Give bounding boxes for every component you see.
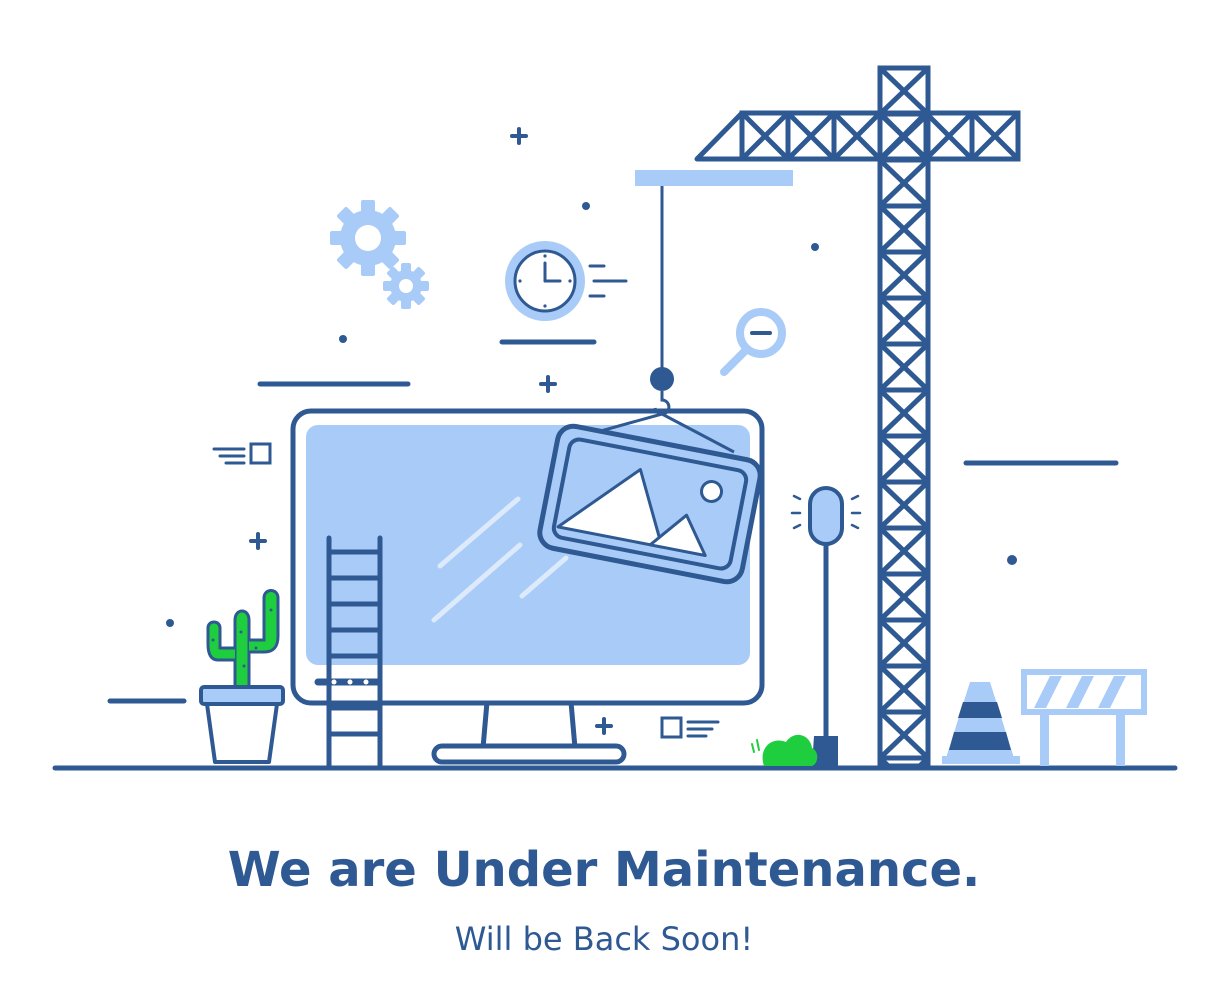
barrier-icon xyxy=(1021,669,1147,766)
maintenance-illustration xyxy=(52,65,1178,771)
cactus-icon xyxy=(199,589,285,764)
magnifier-minus-icon xyxy=(720,308,786,376)
traffic-cone-icon xyxy=(942,682,1020,764)
page-subtitle: Will be Back Soon! xyxy=(454,920,754,958)
page-title: We are Under Maintenance. xyxy=(227,842,981,898)
gear-icon xyxy=(330,200,429,309)
bush-icon xyxy=(751,734,818,766)
clock-icon xyxy=(505,241,628,321)
lamp-icon xyxy=(790,486,862,766)
